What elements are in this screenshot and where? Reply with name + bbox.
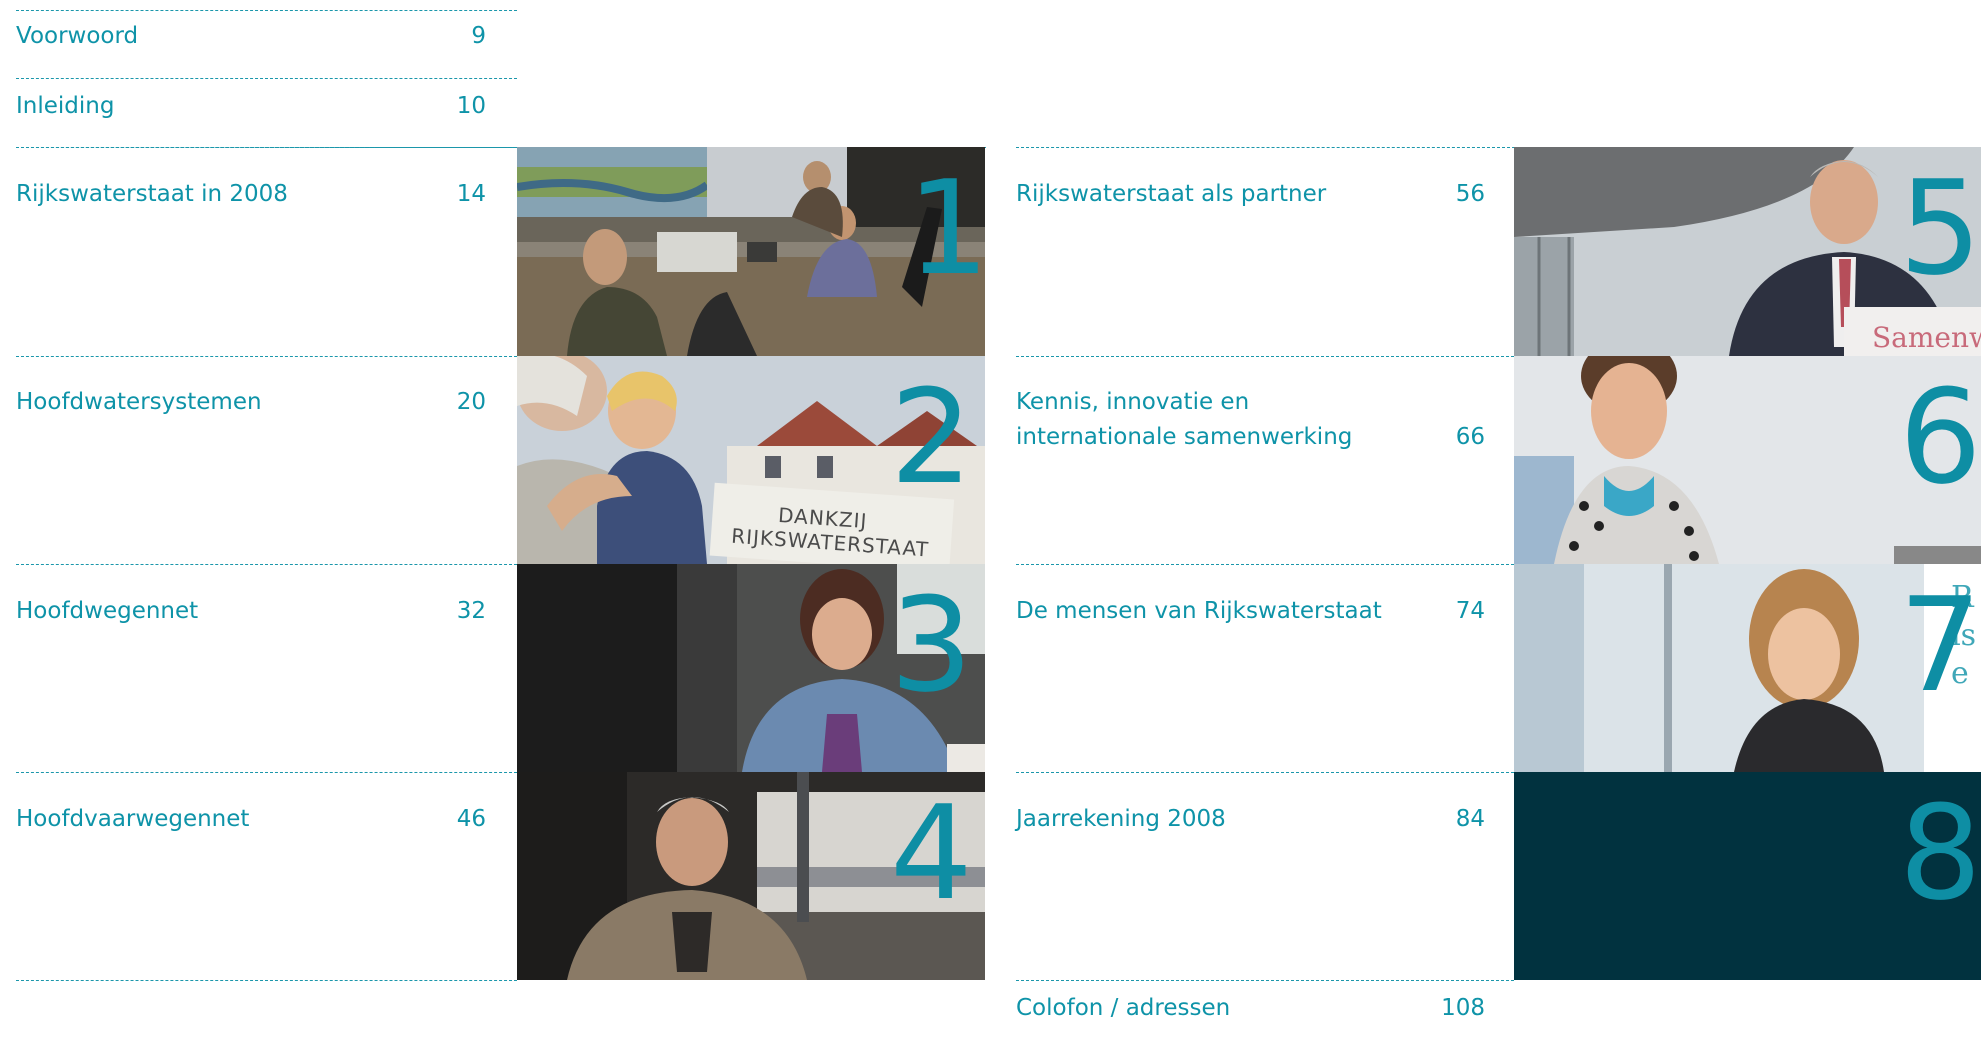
toc-chapter-5-page[interactable]: 56 xyxy=(1395,176,1485,212)
toc-chapter-1-page[interactable]: 14 xyxy=(396,176,486,212)
toc-voorwoord-title[interactable]: Voorwoord xyxy=(16,18,138,54)
chapter-6-photo[interactable]: 6 xyxy=(1514,356,1981,564)
divider xyxy=(1016,772,1514,773)
toc-chapter-2-page[interactable]: 20 xyxy=(396,384,486,420)
chapter-5-photo[interactable]: Samenw 5 xyxy=(1514,147,1981,356)
chapter-4-numeral: 4 xyxy=(890,777,973,929)
chapter-3-numeral: 3 xyxy=(890,569,973,721)
toc-chapter-3-page[interactable]: 32 xyxy=(396,593,486,629)
toc-colofon-page[interactable]: 108 xyxy=(1395,990,1485,1026)
toc-chapter-7-page[interactable]: 74 xyxy=(1395,593,1485,629)
divider xyxy=(1016,356,1514,357)
divider xyxy=(1016,564,1514,565)
divider xyxy=(16,78,517,79)
divider xyxy=(16,356,517,357)
divider xyxy=(16,772,517,773)
toc-chapter-1-title[interactable]: Rijkswaterstaat in 2008 xyxy=(16,176,288,212)
chapter-7-photo[interactable]: R is e 7 xyxy=(1514,564,1981,772)
toc-voorwoord-page[interactable]: 9 xyxy=(396,18,486,54)
toc-chapter-6-title-line2[interactable]: internationale samenwerking xyxy=(1016,419,1352,455)
toc-chapter-6-title-line1[interactable]: Kennis, innovatie en xyxy=(1016,384,1249,420)
toc-chapter-3-title[interactable]: Hoofdwegennet xyxy=(16,593,198,629)
chapter-8-panel[interactable]: 8 xyxy=(1514,772,1981,980)
chapter-2-photo[interactable]: DANKZIJ RIJKSWATERSTAAT 2 xyxy=(517,356,985,564)
toc-chapter-7-title[interactable]: De mensen van Rijkswaterstaat xyxy=(1016,593,1382,629)
divider xyxy=(1016,980,1514,981)
chapter-2-numeral: 2 xyxy=(890,361,973,513)
toc-chapter-6-page[interactable]: 66 xyxy=(1395,419,1485,455)
toc-inleiding-title[interactable]: Inleiding xyxy=(16,88,114,124)
chapter-1-photo[interactable]: 1 xyxy=(517,147,985,356)
chapter-3-photo[interactable]: 3 xyxy=(517,564,985,772)
toc-chapter-5-title[interactable]: Rijkswaterstaat als partner xyxy=(1016,176,1326,212)
chapter-1-numeral: 1 xyxy=(907,152,985,304)
toc-chapter-4-title[interactable]: Hoofdvaarwegennet xyxy=(16,801,249,837)
chapter-7-numeral: 7 xyxy=(1899,569,1981,721)
toc-colofon-title[interactable]: Colofon / adressen xyxy=(1016,990,1230,1026)
toc-inleiding-page[interactable]: 10 xyxy=(396,88,486,124)
chapter-8-numeral: 8 xyxy=(1899,777,1981,929)
divider xyxy=(16,10,517,11)
toc-chapter-2-title[interactable]: Hoofdwatersystemen xyxy=(16,384,262,420)
chapter-5-numeral: 5 xyxy=(1899,152,1981,304)
divider xyxy=(16,980,517,981)
chapter-4-photo[interactable]: 4 xyxy=(517,772,985,980)
toc-chapter-8-page[interactable]: 84 xyxy=(1395,801,1485,837)
chapter-6-numeral: 6 xyxy=(1899,361,1981,513)
toc-chapter-8-title[interactable]: Jaarrekening 2008 xyxy=(1016,801,1226,837)
sign-text: Samenw xyxy=(1872,321,1981,354)
toc-chapter-4-page[interactable]: 46 xyxy=(396,801,486,837)
divider xyxy=(16,564,517,565)
